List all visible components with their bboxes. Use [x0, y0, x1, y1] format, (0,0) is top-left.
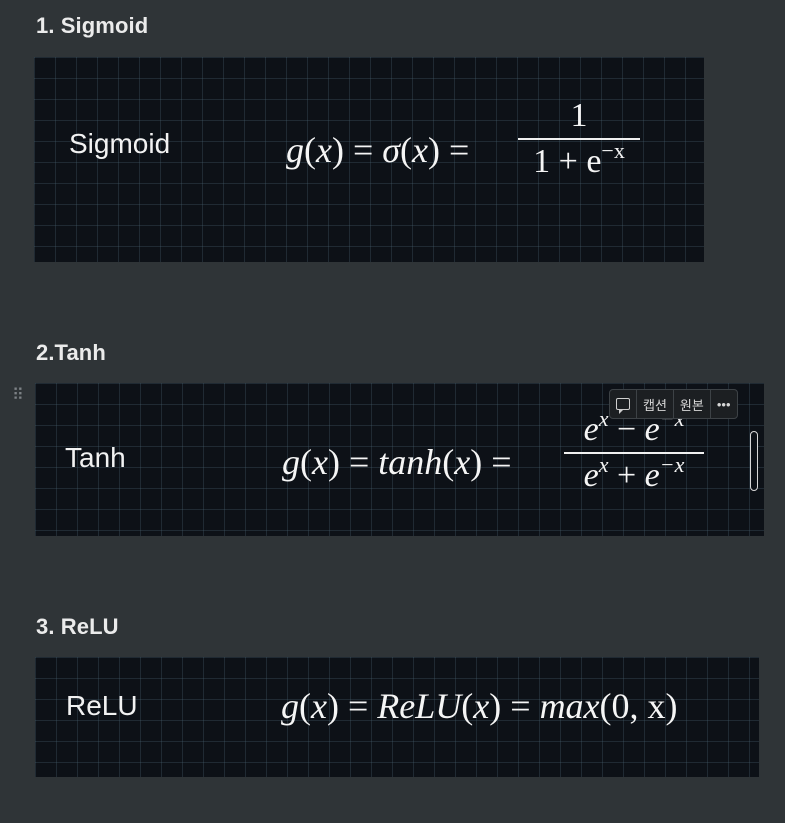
original-button[interactable]: 원본 — [674, 390, 711, 418]
var-g: g — [286, 130, 304, 170]
heading-relu: 3. ReLU — [36, 614, 119, 639]
label-sigmoid: Sigmoid — [69, 128, 171, 159]
image-relu[interactable]: ReLU g(x) = ReLU(x) = max(0, x) — [35, 657, 759, 777]
formula-relu: g(x) = ReLU(x) = max(0, x) — [281, 686, 678, 726]
caption-button[interactable]: 캡션 — [637, 390, 674, 418]
var-sigma: σ — [382, 130, 401, 170]
drag-handle-icon[interactable]: ⠿ — [12, 388, 26, 414]
heading-tanh: 2.Tanh — [36, 340, 106, 365]
denominator-sigmoid: 1 + e−x — [533, 138, 625, 181]
denominator-tanh: ex + e−x — [583, 452, 685, 495]
label-tanh: Tanh — [65, 442, 126, 473]
formula-tanh-lhs: g(x) = tanh(x) = — [282, 442, 512, 482]
more-button[interactable]: ••• — [711, 390, 737, 418]
comment-icon — [616, 398, 630, 414]
numerator-sigmoid: 1 — [570, 97, 588, 134]
formula-sigmoid-lhs: g(x) = σ(x) = — [286, 130, 470, 170]
fraction-sigmoid: 1 1 + e−x — [518, 97, 640, 181]
resize-handle[interactable] — [750, 431, 758, 491]
image-toolbar: 캡션 원본 ••• — [609, 389, 738, 419]
label-relu: ReLU — [66, 690, 138, 721]
fraction-tanh: ex − e−x ex + e−x — [564, 408, 704, 495]
image-sigmoid[interactable]: Sigmoid g(x) = σ(x) = 1 1 + e−x — [34, 57, 704, 262]
heading-sigmoid: 1. Sigmoid — [36, 13, 149, 38]
comment-button[interactable] — [610, 390, 637, 418]
